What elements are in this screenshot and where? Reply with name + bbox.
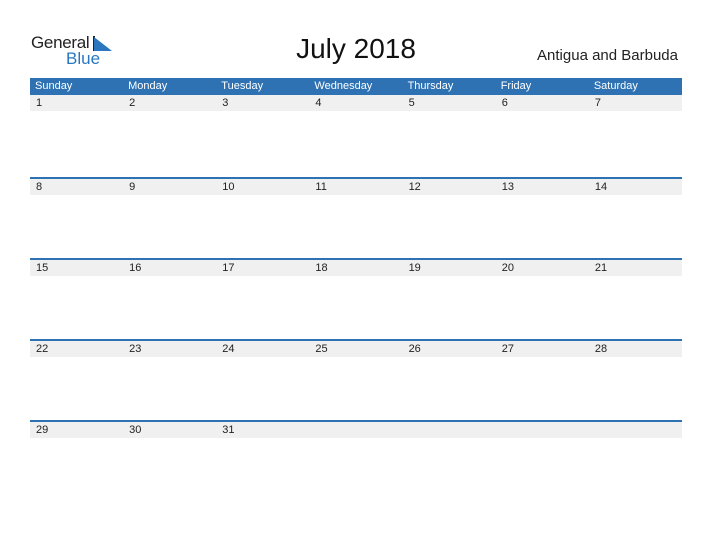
day-cell: 8 (36, 181, 43, 193)
day-cell (589, 422, 682, 438)
day-cell: 31 (222, 424, 235, 436)
weekday-sunday: Sunday (35, 80, 73, 92)
day-cell: 18 (315, 262, 328, 274)
day-cell: 21 (594, 262, 608, 274)
calendar-grid: Sunday Monday Tuesday Wednesday Thursday… (30, 78, 682, 501)
day-cell: 17 (222, 262, 235, 274)
day-cell: 23 (129, 343, 142, 355)
day-cell: 29 (36, 424, 49, 436)
week-row: 29 30 31 (30, 420, 682, 501)
weekday-friday: Friday (500, 80, 532, 92)
day-cell (496, 422, 589, 438)
day-cell: 19 (408, 262, 421, 274)
week-row: 15 16 17 18 19 20 21 (30, 258, 682, 339)
weekday-header: Sunday Monday Tuesday Wednesday Thursday… (30, 78, 682, 95)
country-name: Antigua and Barbuda (537, 47, 678, 64)
day-cell: 26 (408, 343, 421, 355)
date-strip: 8 9 10 11 12 13 14 (30, 179, 682, 195)
week-row: 1 2 3 4 5 6 7 (30, 95, 682, 177)
weekday-saturday: Saturday (593, 80, 638, 92)
day-cell: 20 (501, 262, 514, 274)
day-cell: 2 (129, 97, 136, 109)
day-cell: 22 (36, 343, 49, 355)
weekday-thursday: Thursday (407, 80, 454, 92)
day-cell (309, 422, 402, 438)
day-cell: 10 (222, 181, 235, 193)
day-cell: 30 (129, 424, 142, 436)
weekday-monday: Monday (128, 80, 168, 92)
day-cell: 6 (501, 97, 508, 109)
day-cell: 14 (594, 181, 608, 193)
week-row: 8 9 10 11 12 13 14 (30, 177, 682, 258)
date-strip: 1 2 3 4 5 6 7 (30, 95, 682, 111)
day-cell: 7 (594, 97, 601, 109)
day-cell: 11 (315, 181, 327, 193)
day-cell: 13 (501, 181, 514, 193)
day-cell: 9 (129, 181, 136, 193)
weekday-tuesday: Tuesday (221, 80, 264, 92)
day-cell: 4 (315, 97, 322, 109)
day-cell: 5 (408, 97, 415, 109)
day-cell: 27 (501, 343, 514, 355)
week-row: 22 23 24 25 26 27 28 (30, 339, 682, 420)
date-strip: 22 23 24 25 26 27 28 (30, 341, 682, 357)
day-cell: 3 (222, 97, 229, 109)
day-cell: 24 (222, 343, 235, 355)
weeks-container: 1 2 3 4 5 6 7 8 9 10 11 12 13 14 15 16 17 18 19 20 21 22 23 24 2… (30, 95, 682, 501)
day-cell: 12 (408, 181, 421, 193)
day-cell: 15 (36, 262, 49, 274)
weekday-wednesday: Wednesday (314, 80, 373, 92)
day-cell: 16 (129, 262, 142, 274)
day-cell: 28 (594, 343, 608, 355)
date-strip: 15 16 17 18 19 20 21 (30, 260, 682, 276)
day-cell (403, 422, 496, 438)
day-cell: 1 (36, 97, 43, 109)
date-strip: 29 30 31 (30, 422, 682, 438)
day-cell: 25 (315, 343, 328, 355)
